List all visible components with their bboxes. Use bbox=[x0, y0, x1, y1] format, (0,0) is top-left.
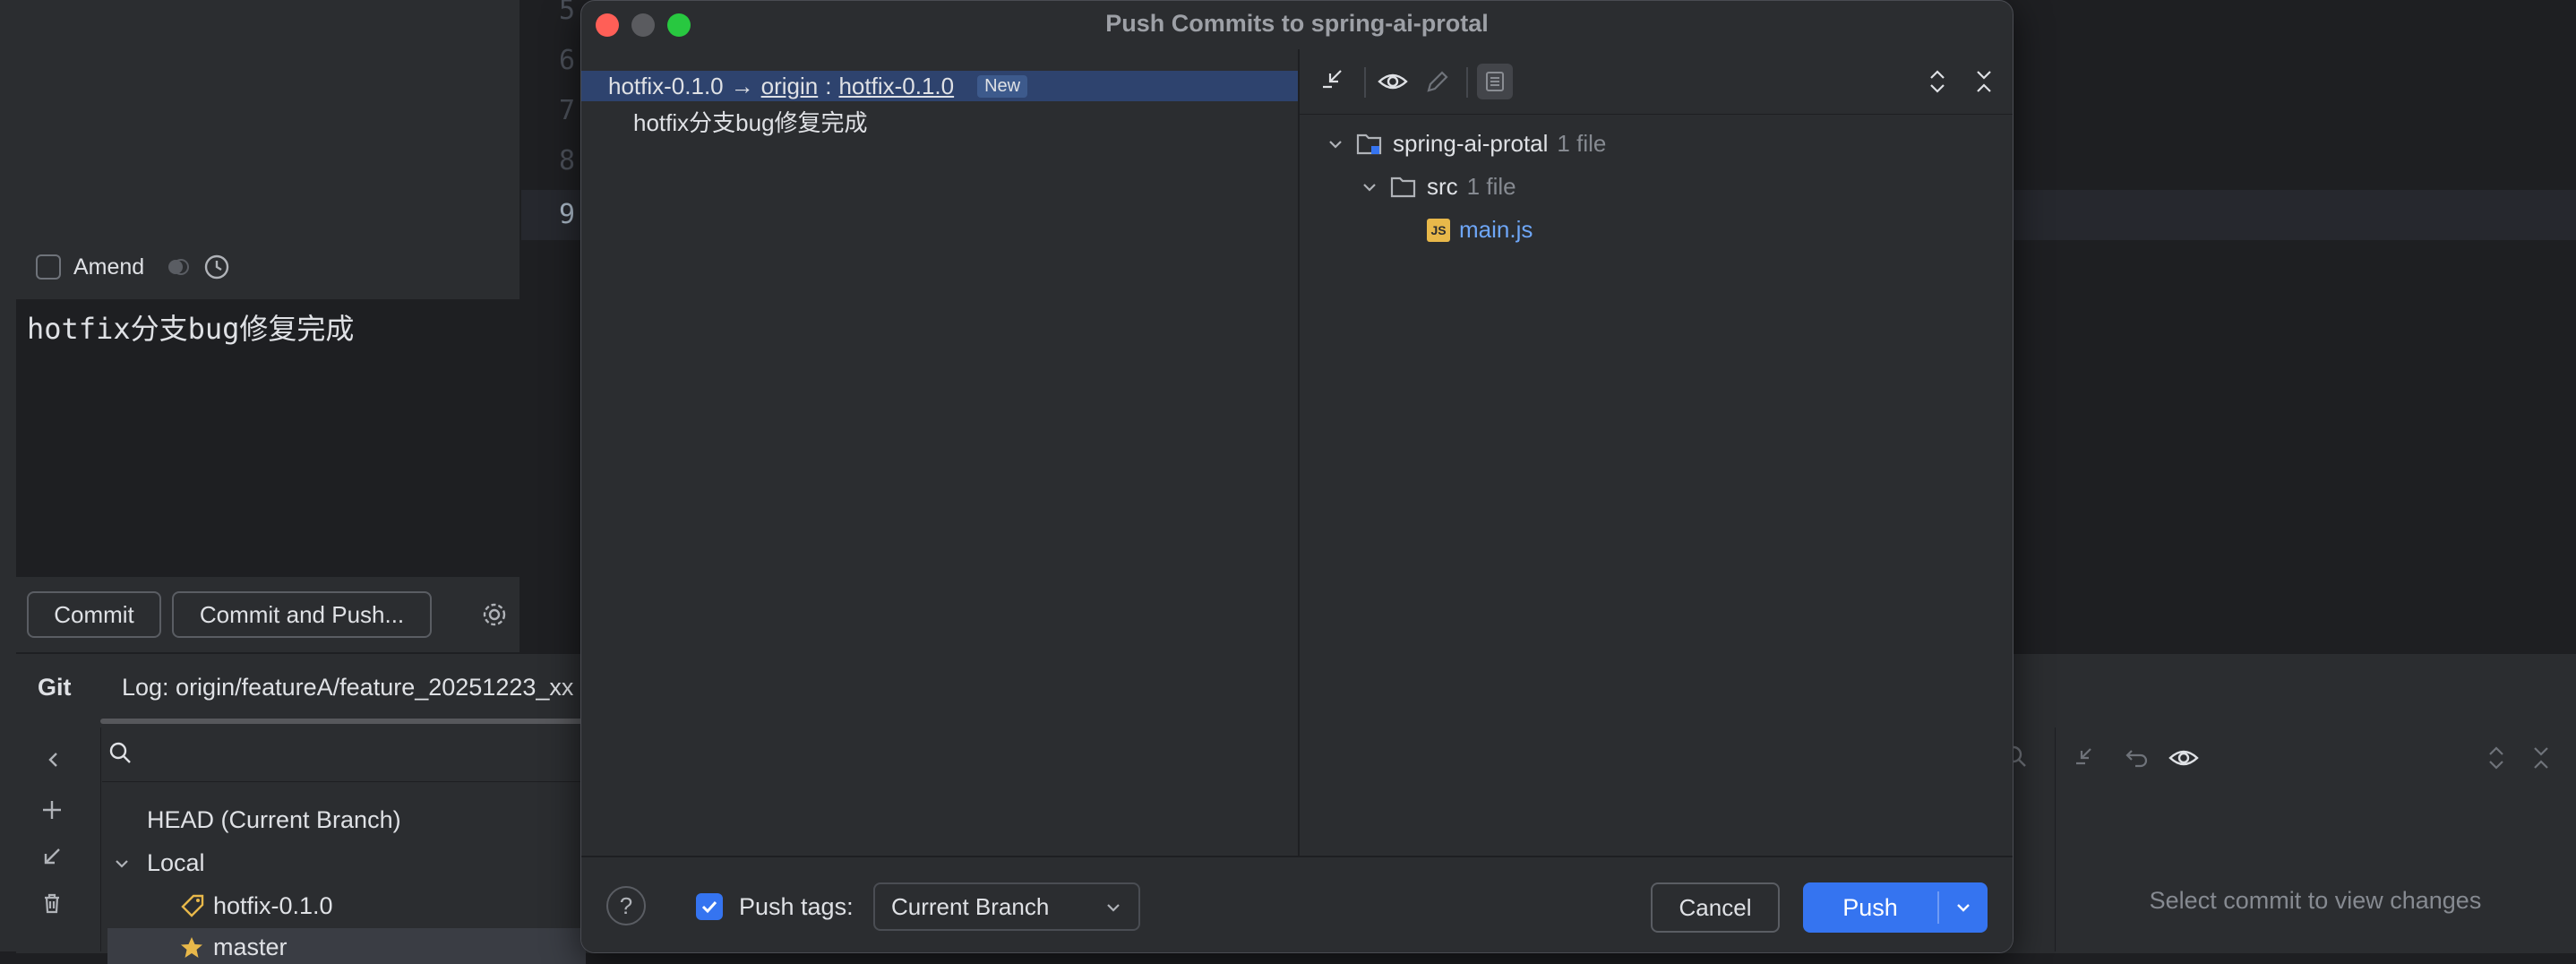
line-number: 7 bbox=[558, 95, 575, 126]
toolbar-separator bbox=[1364, 67, 1366, 98]
branch-item[interactable]: hotfix-0.1.0 bbox=[213, 892, 333, 920]
line-number-gutter: 5 6 7 8 bbox=[521, 0, 584, 652]
git-sidebar bbox=[16, 727, 101, 951]
root-name: spring-ai-protal bbox=[1393, 130, 1549, 157]
group-by-icon[interactable] bbox=[1477, 64, 1513, 99]
chevron-down-icon[interactable] bbox=[111, 853, 133, 874]
file-name: main.js bbox=[1459, 216, 1533, 243]
chevron-down-icon bbox=[1103, 897, 1124, 918]
add-icon[interactable] bbox=[38, 796, 66, 824]
collapse-all-icon[interactable] bbox=[2528, 744, 2555, 772]
tab-log[interactable]: Log: origin/featureA/feature_20251223_xx bbox=[122, 674, 573, 701]
revert-icon[interactable] bbox=[2123, 744, 2151, 772]
collapse-all-icon[interactable] bbox=[1966, 64, 2002, 99]
edit-pencil-icon[interactable] bbox=[1420, 64, 1455, 99]
remote-name-link[interactable]: origin bbox=[761, 73, 819, 100]
cherry-pick-icon[interactable] bbox=[2073, 744, 2101, 772]
arrow-right-icon: → bbox=[730, 73, 754, 99]
push-button-group: Push bbox=[1803, 882, 1988, 933]
separator: : bbox=[825, 73, 832, 99]
expand-all-icon[interactable] bbox=[2483, 744, 2510, 772]
push-commits-dialog: Push Commits to spring-ai-protal hotfix-… bbox=[580, 0, 2014, 953]
branch-group-local[interactable]: Local bbox=[147, 849, 205, 877]
push-options-dropdown[interactable] bbox=[1939, 897, 1988, 918]
left-tool-strip bbox=[0, 0, 17, 951]
folder-name: src bbox=[1427, 173, 1458, 200]
help-button[interactable]: ? bbox=[606, 886, 646, 925]
eye-icon[interactable] bbox=[1375, 64, 1411, 99]
push-tags-label: Push tags: bbox=[739, 893, 854, 920]
root-file-count: 1 file bbox=[1557, 130, 1607, 157]
push-spec: hotfix-0.1.0 → origin : hotfix-0.1.0 New bbox=[608, 73, 1028, 100]
amend-row: Amend bbox=[36, 251, 230, 283]
commit-button[interactable]: Commit bbox=[27, 591, 161, 638]
chevron-down-icon[interactable] bbox=[1359, 176, 1380, 198]
branch-item[interactable]: master bbox=[213, 934, 288, 961]
cancel-button[interactable]: Cancel bbox=[1651, 882, 1780, 933]
changes-toolbar bbox=[1300, 49, 2013, 115]
commit-message-text: hotfix分支bug修复完成 bbox=[27, 312, 355, 346]
collapse-left-icon[interactable] bbox=[39, 745, 68, 774]
commit-and-push-button[interactable]: Commit and Push... bbox=[172, 591, 432, 638]
search-icon bbox=[107, 740, 134, 767]
remote-branch-link[interactable]: hotfix-0.1.0 bbox=[838, 73, 954, 100]
compare-icon[interactable] bbox=[1318, 64, 1353, 99]
tree-node-folder[interactable]: src 1 file bbox=[1359, 173, 1516, 201]
branch-search-bar[interactable] bbox=[102, 727, 586, 782]
tree-node-root[interactable]: spring-ai-protal 1 file bbox=[1325, 130, 1606, 158]
push-tags-value: Current Branch bbox=[891, 892, 1050, 920]
chevron-down-icon[interactable] bbox=[1325, 133, 1346, 155]
commit-list-item[interactable]: hotfix分支bug修复完成 bbox=[633, 105, 868, 138]
pane-divider[interactable] bbox=[1298, 49, 1300, 856]
star-icon bbox=[179, 935, 204, 960]
delete-icon[interactable] bbox=[38, 889, 66, 917]
local-branch: hotfix-0.1.0 bbox=[608, 73, 724, 99]
folder-icon bbox=[1389, 174, 1418, 201]
branch-head[interactable]: HEAD (Current Branch) bbox=[147, 806, 401, 834]
history-icon[interactable] bbox=[203, 254, 230, 280]
dialog-titlebar[interactable]: Push Commits to spring-ai-protal bbox=[581, 1, 2013, 49]
eye-icon[interactable] bbox=[2168, 744, 2200, 772]
tab-scroll-indicator bbox=[100, 719, 584, 724]
push-button[interactable]: Push bbox=[1803, 894, 1937, 922]
line-number: 5 bbox=[558, 0, 575, 26]
tree-node-file[interactable]: JS main.js bbox=[1427, 216, 1533, 244]
expand-all-icon[interactable] bbox=[1919, 64, 1955, 99]
update-icon[interactable] bbox=[38, 842, 66, 871]
module-folder-icon bbox=[1355, 131, 1384, 158]
push-tags-select[interactable]: Current Branch bbox=[873, 882, 1140, 931]
dialog-title: Push Commits to spring-ai-protal bbox=[1105, 10, 1489, 37]
git-tool-title: Git bbox=[38, 674, 72, 701]
line-number: 6 bbox=[558, 45, 575, 76]
line-number: 8 bbox=[558, 145, 575, 176]
tag-icon bbox=[179, 892, 206, 919]
line-number: 9 bbox=[558, 199, 575, 230]
chevron-down-icon bbox=[1957, 904, 1970, 912]
toggle-icon[interactable] bbox=[166, 254, 191, 280]
javascript-file-icon: JS bbox=[1427, 218, 1450, 242]
amend-checkbox[interactable] bbox=[36, 254, 61, 280]
commits-list bbox=[581, 49, 1298, 856]
push-tags-checkbox[interactable] bbox=[696, 893, 723, 920]
settings-gear-icon[interactable] bbox=[480, 600, 509, 629]
folder-file-count: 1 file bbox=[1466, 173, 1516, 200]
amend-label: Amend bbox=[73, 254, 145, 280]
new-branch-badge: New bbox=[977, 75, 1028, 98]
toolbar-separator bbox=[1466, 67, 1468, 98]
empty-details-hint: Select commit to view changes bbox=[2149, 887, 2482, 914]
